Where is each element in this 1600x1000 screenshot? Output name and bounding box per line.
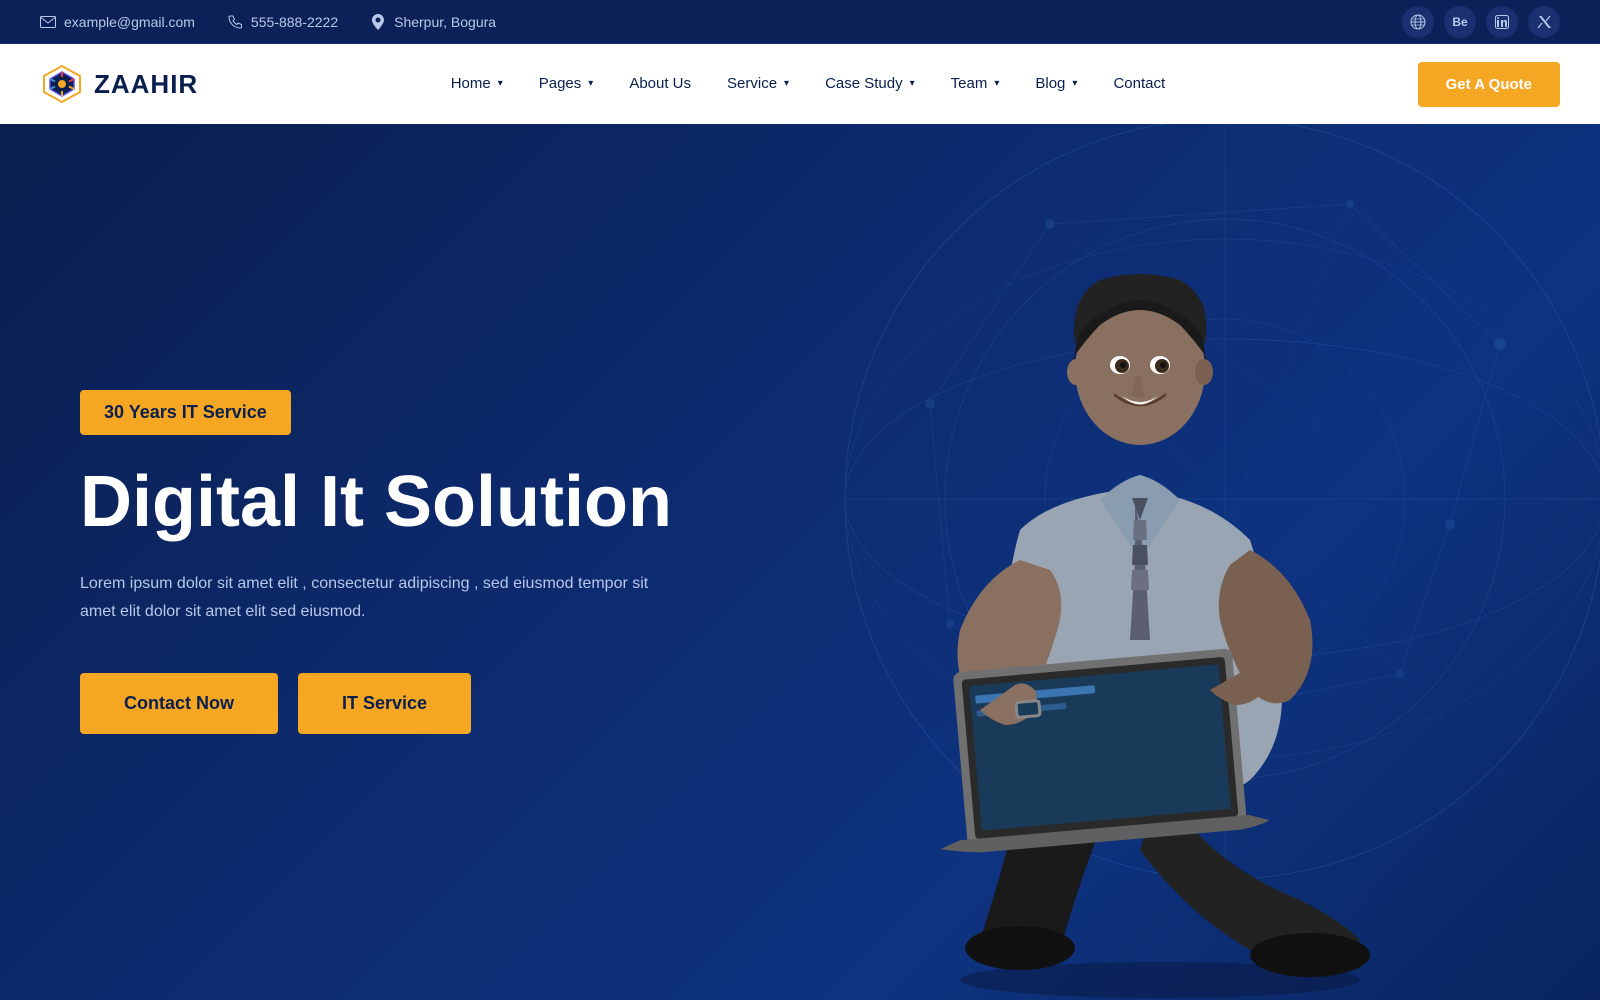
- linkedin-icon[interactable]: [1486, 6, 1518, 38]
- logo-text: ZAAHIR: [94, 69, 198, 100]
- location-icon: [370, 14, 386, 30]
- hero-badge: 30 Years IT Service: [80, 390, 291, 435]
- chevron-down-icon: ▾: [910, 44, 915, 124]
- chevron-down-icon: ▾: [784, 44, 789, 124]
- nav-links: Home ▾ Pages ▾ About Us Service ▾ Case S…: [433, 44, 1183, 124]
- navbar: ZAAHIR Home ▾ Pages ▾ About Us Service ▾: [0, 44, 1600, 124]
- chevron-down-icon: ▾: [498, 44, 503, 124]
- nav-item-about[interactable]: About Us: [611, 44, 709, 124]
- email-item: example@gmail.com: [40, 14, 195, 30]
- top-bar: example@gmail.com 555-888-2222 Sherpur, …: [0, 0, 1600, 44]
- nav-label-home: Home: [451, 44, 491, 124]
- twitter-icon[interactable]: [1528, 6, 1560, 38]
- nav-link-blog[interactable]: Blog ▾: [1017, 44, 1095, 124]
- nav-link-home[interactable]: Home ▾: [433, 44, 521, 124]
- nav-label-contact: Contact: [1113, 44, 1165, 124]
- nav-label-case-study: Case Study: [825, 44, 903, 124]
- globe-social-icon[interactable]: [1402, 6, 1434, 38]
- location-item: Sherpur, Bogura: [370, 14, 496, 30]
- hero-buttons: Contact Now IT Service: [80, 673, 672, 734]
- nav-item-home[interactable]: Home ▾: [433, 44, 521, 124]
- behance-icon[interactable]: Be: [1444, 6, 1476, 38]
- hero-title: Digital It Solution: [80, 463, 672, 542]
- hero-person-image: [820, 180, 1500, 1000]
- chevron-down-icon: ▾: [994, 44, 999, 124]
- nav-link-contact[interactable]: Contact: [1095, 44, 1183, 124]
- phone-item: 555-888-2222: [227, 14, 338, 30]
- nav-label-team: Team: [951, 44, 988, 124]
- email-icon: [40, 14, 56, 30]
- top-bar-left: example@gmail.com 555-888-2222 Sherpur, …: [40, 14, 496, 30]
- social-links: Be: [1402, 6, 1560, 38]
- nav-item-pages[interactable]: Pages ▾: [521, 44, 612, 124]
- nav-link-case-study[interactable]: Case Study ▾: [807, 44, 933, 124]
- location-text: Sherpur, Bogura: [394, 14, 496, 30]
- hero-content: 30 Years IT Service Digital It Solution …: [0, 390, 672, 734]
- email-text: example@gmail.com: [64, 14, 195, 30]
- nav-link-service[interactable]: Service ▾: [709, 44, 807, 124]
- hero-section: 30 Years IT Service Digital It Solution …: [0, 124, 1600, 1000]
- get-quote-button[interactable]: Get A Quote: [1418, 62, 1560, 107]
- nav-label-about: About Us: [629, 44, 691, 124]
- nav-link-team[interactable]: Team ▾: [933, 44, 1018, 124]
- logo[interactable]: ZAAHIR: [40, 62, 198, 106]
- chevron-down-icon: ▾: [588, 44, 593, 124]
- nav-label-pages: Pages: [539, 44, 582, 124]
- hero-description: Lorem ipsum dolor sit amet elit , consec…: [80, 570, 660, 624]
- nav-item-case-study[interactable]: Case Study ▾: [807, 44, 933, 124]
- nav-item-service[interactable]: Service ▾: [709, 44, 807, 124]
- nav-label-blog: Blog: [1035, 44, 1065, 124]
- nav-item-blog[interactable]: Blog ▾: [1017, 44, 1095, 124]
- chevron-down-icon: ▾: [1072, 44, 1077, 124]
- nav-label-service: Service: [727, 44, 777, 124]
- contact-now-button[interactable]: Contact Now: [80, 673, 278, 734]
- it-service-button[interactable]: IT Service: [298, 673, 471, 734]
- phone-text: 555-888-2222: [251, 14, 338, 30]
- nav-item-team[interactable]: Team ▾: [933, 44, 1018, 124]
- nav-item-contact[interactable]: Contact: [1095, 44, 1183, 124]
- nav-link-about[interactable]: About Us: [611, 44, 709, 124]
- phone-icon: [227, 14, 243, 30]
- nav-link-pages[interactable]: Pages ▾: [521, 44, 612, 124]
